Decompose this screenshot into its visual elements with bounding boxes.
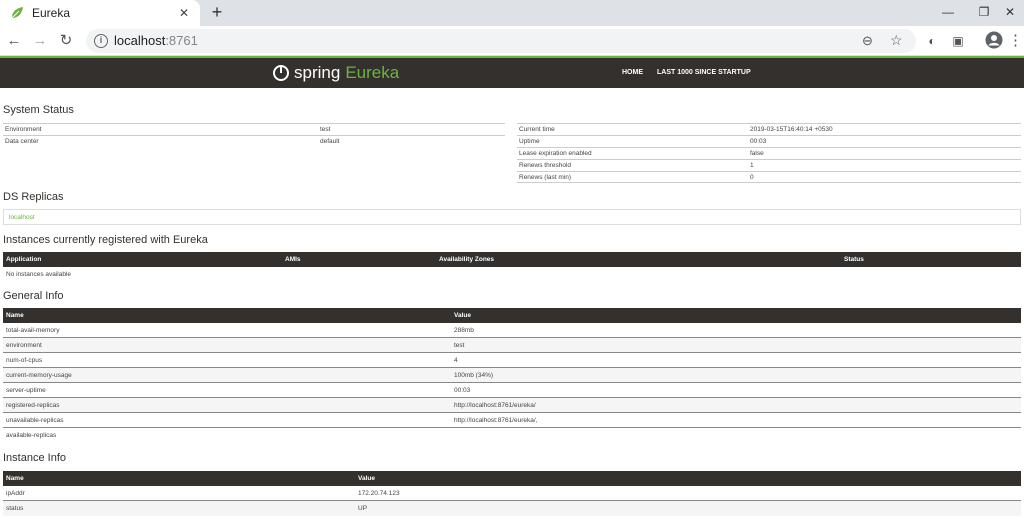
status-row: Environment test xyxy=(3,123,505,135)
forward-arrow-icon[interactable]: → xyxy=(30,31,50,51)
status-row: Uptime 00:03 xyxy=(517,135,1021,147)
spring-power-icon xyxy=(273,65,289,81)
menu-dots-icon[interactable]: ⋮ xyxy=(1008,31,1023,51)
extension-icon[interactable]: ◐ xyxy=(922,31,942,51)
close-tab-icon[interactable]: ✕ xyxy=(176,6,192,20)
table-row: environment test xyxy=(3,338,1021,353)
reload-icon[interactable]: ↻ xyxy=(56,31,76,51)
table-row: unavailable-replicas http://localhost:876… xyxy=(3,413,1021,428)
tab-title: Eureka xyxy=(32,6,71,20)
browser-toolbar: ← → ↻ i localhost:8761 ⊖ ☆ ◐ ▣ ⋮ xyxy=(0,26,1024,56)
table-row: server-uptime 00:03 xyxy=(3,383,1021,398)
minimize-icon[interactable]: — xyxy=(938,3,958,21)
table-row: status UP xyxy=(3,501,1021,516)
status-row: Lease expiration enabled false xyxy=(517,147,1021,159)
table-row: current-memory-usage 100mb (34%) xyxy=(3,368,1021,383)
instances-table-header: Application AMIs Availability Zones Stat… xyxy=(3,252,1021,267)
brand-logo[interactable]: spring Eureka xyxy=(272,62,399,84)
profile-avatar-icon[interactable] xyxy=(984,31,1004,51)
window-close-icon[interactable]: ✕ xyxy=(1000,3,1020,21)
eureka-navbar: spring Eureka HOME LAST 1000 SINCE START… xyxy=(0,58,1024,88)
table-row: total-avail-memory 288mb xyxy=(3,323,1021,338)
instance-info-header: Name Value xyxy=(3,471,1021,486)
system-status-title: System Status xyxy=(3,104,74,116)
table-row: No instances available xyxy=(6,271,72,278)
replica-link[interactable]: localhost xyxy=(9,214,35,221)
bookmark-star-icon[interactable]: ☆ xyxy=(890,32,903,49)
table-row: ipAddr 172.20.74.123 xyxy=(3,486,1021,501)
zoom-icon[interactable]: ⊖ xyxy=(862,33,873,49)
brand-eureka-text: Eureka xyxy=(345,63,400,82)
url-text[interactable]: localhost:8761 xyxy=(114,33,198,48)
status-row: Renews threshold 1 xyxy=(517,159,1021,171)
table-row: num-of-cpus 4 xyxy=(3,353,1021,368)
table-row: available-replicas xyxy=(3,428,1021,443)
nav-last1000-link[interactable]: LAST 1000 SINCE STARTUP xyxy=(657,69,751,76)
general-info-title: General Info xyxy=(3,290,64,302)
spring-leaf-icon xyxy=(11,7,23,19)
ds-replicas-title: DS Replicas xyxy=(3,191,64,203)
instances-title: Instances currently registered with Eure… xyxy=(3,234,208,246)
browser-tab[interactable]: Eureka ✕ xyxy=(0,0,200,26)
brand-spring-text: spring xyxy=(294,63,341,82)
replica-list: localhost xyxy=(3,209,1021,225)
general-info-header: Name Value xyxy=(3,308,1021,323)
status-row: Data center default xyxy=(3,135,505,147)
status-row: Current time 2019-03-15T16:40:14 +0530 xyxy=(517,123,1021,135)
info-icon[interactable]: i xyxy=(94,34,108,48)
nav-home-link[interactable]: HOME xyxy=(622,69,643,76)
restore-icon[interactable]: ❐ xyxy=(974,3,994,21)
address-bar[interactable]: i localhost:8761 ⊖ ☆ xyxy=(86,29,916,53)
new-tab-icon[interactable]: + xyxy=(207,2,227,22)
back-arrow-icon[interactable]: ← xyxy=(4,31,24,51)
table-row: registered-replicas http://localhost:8761… xyxy=(3,398,1021,413)
browser-tabstrip: Eureka ✕ + — ❐ ✕ xyxy=(0,0,1024,26)
instance-info-title: Instance Info xyxy=(3,452,66,464)
status-row: Renews (last min) 0 xyxy=(517,171,1021,183)
document-icon[interactable]: ▣ xyxy=(948,31,968,51)
